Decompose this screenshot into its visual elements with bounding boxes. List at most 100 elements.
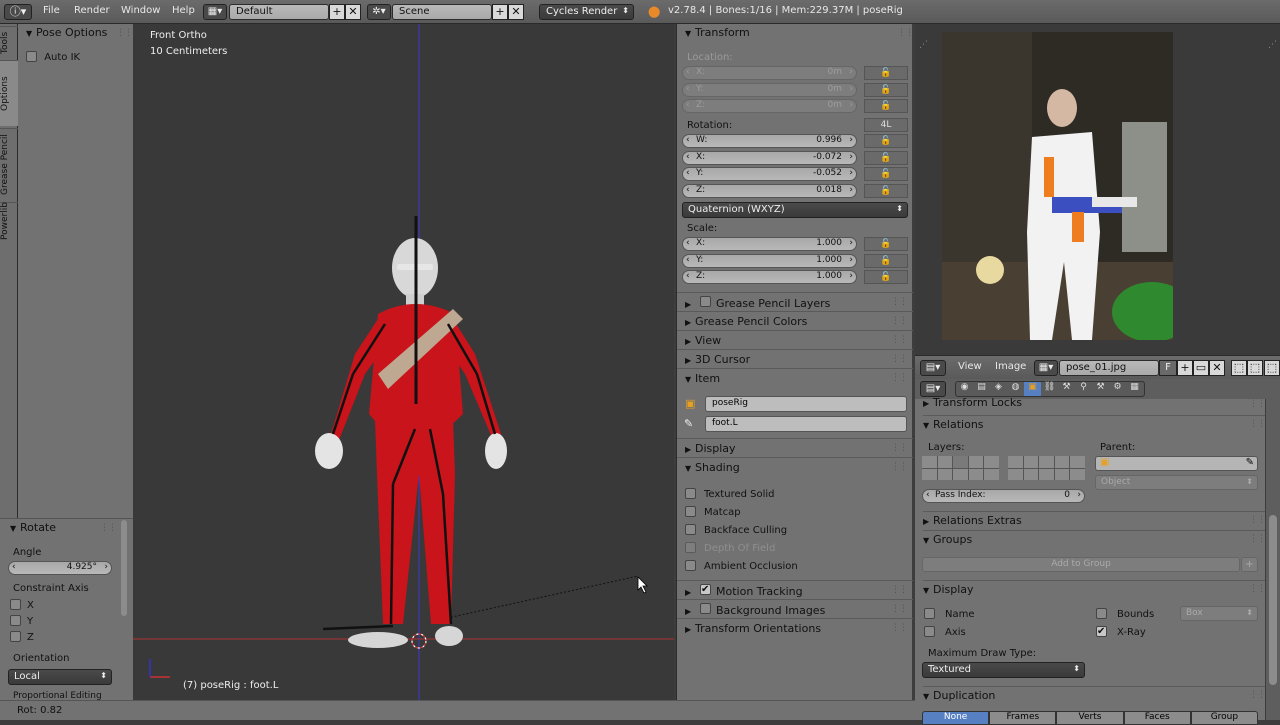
groups-header[interactable]: ▼ Groups <box>923 530 1265 546</box>
matcap-checkbox[interactable]: Matcap <box>685 506 741 520</box>
drag-handle-icon[interactable]: ⋮⋮ <box>891 623 908 633</box>
corner-handle-icon[interactable]: ⋰ <box>1268 40 1277 50</box>
rotation-1-lock-icon[interactable]: 🔓 <box>864 150 908 165</box>
rotation-2-field[interactable]: ‹ Y: -0.052 › <box>682 167 857 181</box>
dup-tab-faces[interactable]: Faces <box>1123 711 1191 725</box>
background-images-panel[interactable]: ▶ Background Images ⋮⋮ <box>677 599 913 618</box>
scale-1-lock-icon[interactable]: 🔓 <box>864 253 908 268</box>
scale-0-field[interactable]: ‹ X: 1.000 › <box>682 237 857 251</box>
transform-orientations-panel[interactable]: ▶ Transform Orientations ⋮⋮ <box>677 618 913 637</box>
xray-checkbox[interactable]: X-Ray <box>1096 626 1146 640</box>
drag-handle-icon[interactable]: ⋮⋮ <box>891 443 908 453</box>
rotation-4l-toggle[interactable]: 4L <box>864 118 908 132</box>
3d-cursor-panel[interactable]: ▶ 3D Cursor ⋮⋮ <box>677 349 913 368</box>
object-tab-icon[interactable]: ▣ <box>1024 382 1041 396</box>
rotation-0-field[interactable]: ‹ W: 0.996 › <box>682 134 857 148</box>
layout-field[interactable]: Default <box>229 4 329 20</box>
layout-icon[interactable]: ▦▾ <box>203 4 227 20</box>
layers-tab-icon[interactable]: ▤ <box>973 382 990 396</box>
drag-handle-icon[interactable]: ⋮⋮ <box>1249 419 1266 429</box>
dup-tab-group[interactable]: Group <box>1190 711 1258 725</box>
menu-image[interactable]: Image <box>995 361 1026 372</box>
rotation-0-lock-icon[interactable]: 🔓 <box>864 134 908 148</box>
transform-header[interactable]: ▼ Transform <box>685 26 750 39</box>
drag-handle-icon[interactable]: ⋮⋮ <box>1249 690 1266 700</box>
drag-handle-icon[interactable]: ⋮⋮ <box>1249 515 1266 525</box>
editor-type-button[interactable]: ▤▾ <box>920 360 946 376</box>
item-bone-name-field[interactable]: foot.L <box>705 416 907 432</box>
modifiers-tab-icon[interactable]: ⚒ <box>1058 382 1075 396</box>
info-editor-type-button[interactable]: ⓘ▾ <box>4 4 32 20</box>
eyedropper-icon[interactable]: ✎ <box>1246 457 1254 468</box>
world-tab-icon[interactable]: ◍ <box>1007 382 1024 396</box>
scene-tab-icon[interactable]: ◈ <box>990 382 1007 396</box>
motion-tracking-panel[interactable]: ▶ Motion Tracking ⋮⋮ <box>677 580 913 599</box>
scene-icon[interactable]: ✲▾ <box>367 4 391 20</box>
pass-index-field[interactable]: ‹ Pass Index: 0 › <box>922 489 1085 503</box>
bone-tab-icon[interactable]: ⚒ <box>1092 382 1109 396</box>
drag-handle-icon[interactable]: ⋮⋮ <box>116 28 133 38</box>
angle-field[interactable]: ‹ 4.925° › <box>8 561 112 575</box>
render-engine-select[interactable]: Cycles Render ⬍ <box>539 4 634 20</box>
scale-0-lock-icon[interactable]: 🔓 <box>864 237 908 251</box>
open-image-button[interactable]: ▭ <box>1193 360 1209 376</box>
checkbox-checked-icon[interactable] <box>700 584 711 595</box>
drag-handle-icon[interactable]: ⋮⋮ <box>891 354 908 364</box>
location-0-lock-icon[interactable]: 🔓 <box>864 66 908 80</box>
menu-help[interactable]: Help <box>172 5 195 16</box>
tab-tools[interactable]: Tools <box>0 26 18 58</box>
drag-handle-icon[interactable]: ⋮⋮ <box>1249 584 1266 594</box>
item-panel[interactable]: ▼ Item ⋮⋮ <box>677 368 913 387</box>
display-panel[interactable]: ▶ Display ⋮⋮ <box>677 438 913 457</box>
drag-handle-icon[interactable]: ⋮⋮ <box>891 297 908 307</box>
properties-editor-type-button[interactable]: ▤▾ <box>920 381 946 397</box>
constraint-x-checkbox[interactable]: X <box>10 599 34 613</box>
remove-layout-button[interactable]: ✕ <box>345 4 361 20</box>
auto-ik-checkbox[interactable]: Auto IK <box>26 51 80 65</box>
image-browse-button[interactable]: ▦▾ <box>1034 360 1058 376</box>
bone-constraints-tab-icon[interactable]: ⚙ <box>1109 382 1126 396</box>
add-layout-button[interactable]: + <box>329 4 345 20</box>
grease-pencil-colors-panel[interactable]: ▶ Grease Pencil Colors ⋮⋮ <box>677 311 913 330</box>
constraint-z-checkbox[interactable]: Z <box>10 631 34 645</box>
drag-handle-icon[interactable]: ⋮⋮ <box>891 335 908 345</box>
axis-checkbox[interactable]: Axis <box>924 626 966 640</box>
bounds-checkbox[interactable]: Bounds <box>1096 608 1154 622</box>
drag-handle-icon[interactable]: ⋮⋮ <box>1249 534 1266 544</box>
name-checkbox[interactable]: Name <box>924 608 975 622</box>
view-panel[interactable]: ▶ View ⋮⋮ <box>677 330 913 349</box>
image-editor-canvas[interactable]: ⋰ ⋰ <box>915 24 1280 355</box>
backface-culling-checkbox[interactable]: Backface Culling <box>685 524 787 538</box>
scene-field[interactable]: Scene <box>392 4 492 20</box>
rotation-3-lock-icon[interactable]: 🔓 <box>864 183 908 198</box>
menu-window[interactable]: Window <box>121 5 160 16</box>
checkbox-icon[interactable] <box>700 296 711 307</box>
data-tab-icon[interactable]: ⚲ <box>1075 382 1092 396</box>
grease-pencil-layers-panel[interactable]: ▶ Grease Pencil Layers ⋮⋮ <box>677 292 913 311</box>
transform-locks-header[interactable]: ▶ Transform Locks <box>923 396 1022 409</box>
rotation-1-field[interactable]: ‹ X: -0.072 › <box>682 150 857 165</box>
textured-solid-checkbox[interactable]: Textured Solid <box>685 488 775 502</box>
tab-grease-pencil[interactable]: Grease Pencil <box>0 128 18 200</box>
drag-handle-icon[interactable]: ⋮⋮ <box>1249 399 1266 409</box>
render-tab-icon[interactable]: ◉ <box>956 382 973 396</box>
scrollbar-thumb[interactable] <box>1269 515 1277 685</box>
properties-scrollbar[interactable] <box>1266 399 1280 720</box>
rotation-mode-select[interactable]: Quaternion (WXYZ) ⬍ <box>682 202 908 218</box>
rotation-2-lock-icon[interactable]: 🔓 <box>864 167 908 181</box>
layer-buttons-b[interactable] <box>1008 456 1085 480</box>
tab-powerlib[interactable]: Powerlib <box>0 202 18 244</box>
location-1-lock-icon[interactable]: 🔓 <box>864 82 908 97</box>
relations-extras-header[interactable]: ▶ Relations Extras <box>923 511 1265 527</box>
ambient-occlusion-checkbox[interactable]: Ambient Occlusion <box>685 560 798 574</box>
drag-handle-icon[interactable]: ⋮⋮ <box>891 316 908 326</box>
texture-tab-icon[interactable]: ▦ <box>1126 382 1143 396</box>
new-image-button[interactable]: + <box>1177 360 1193 376</box>
checkbox-icon[interactable] <box>700 603 711 614</box>
dup-tab-frames[interactable]: Frames <box>989 711 1057 725</box>
rotation-3-field[interactable]: ‹ Z: 0.018 › <box>682 183 857 198</box>
panel-scrollbar[interactable] <box>121 520 127 616</box>
orientation-select[interactable]: Local ⬍ <box>8 669 112 685</box>
image-name-field[interactable]: pose_01.jpg <box>1059 360 1159 376</box>
drag-handle-icon[interactable]: ⋮⋮ <box>891 373 908 383</box>
